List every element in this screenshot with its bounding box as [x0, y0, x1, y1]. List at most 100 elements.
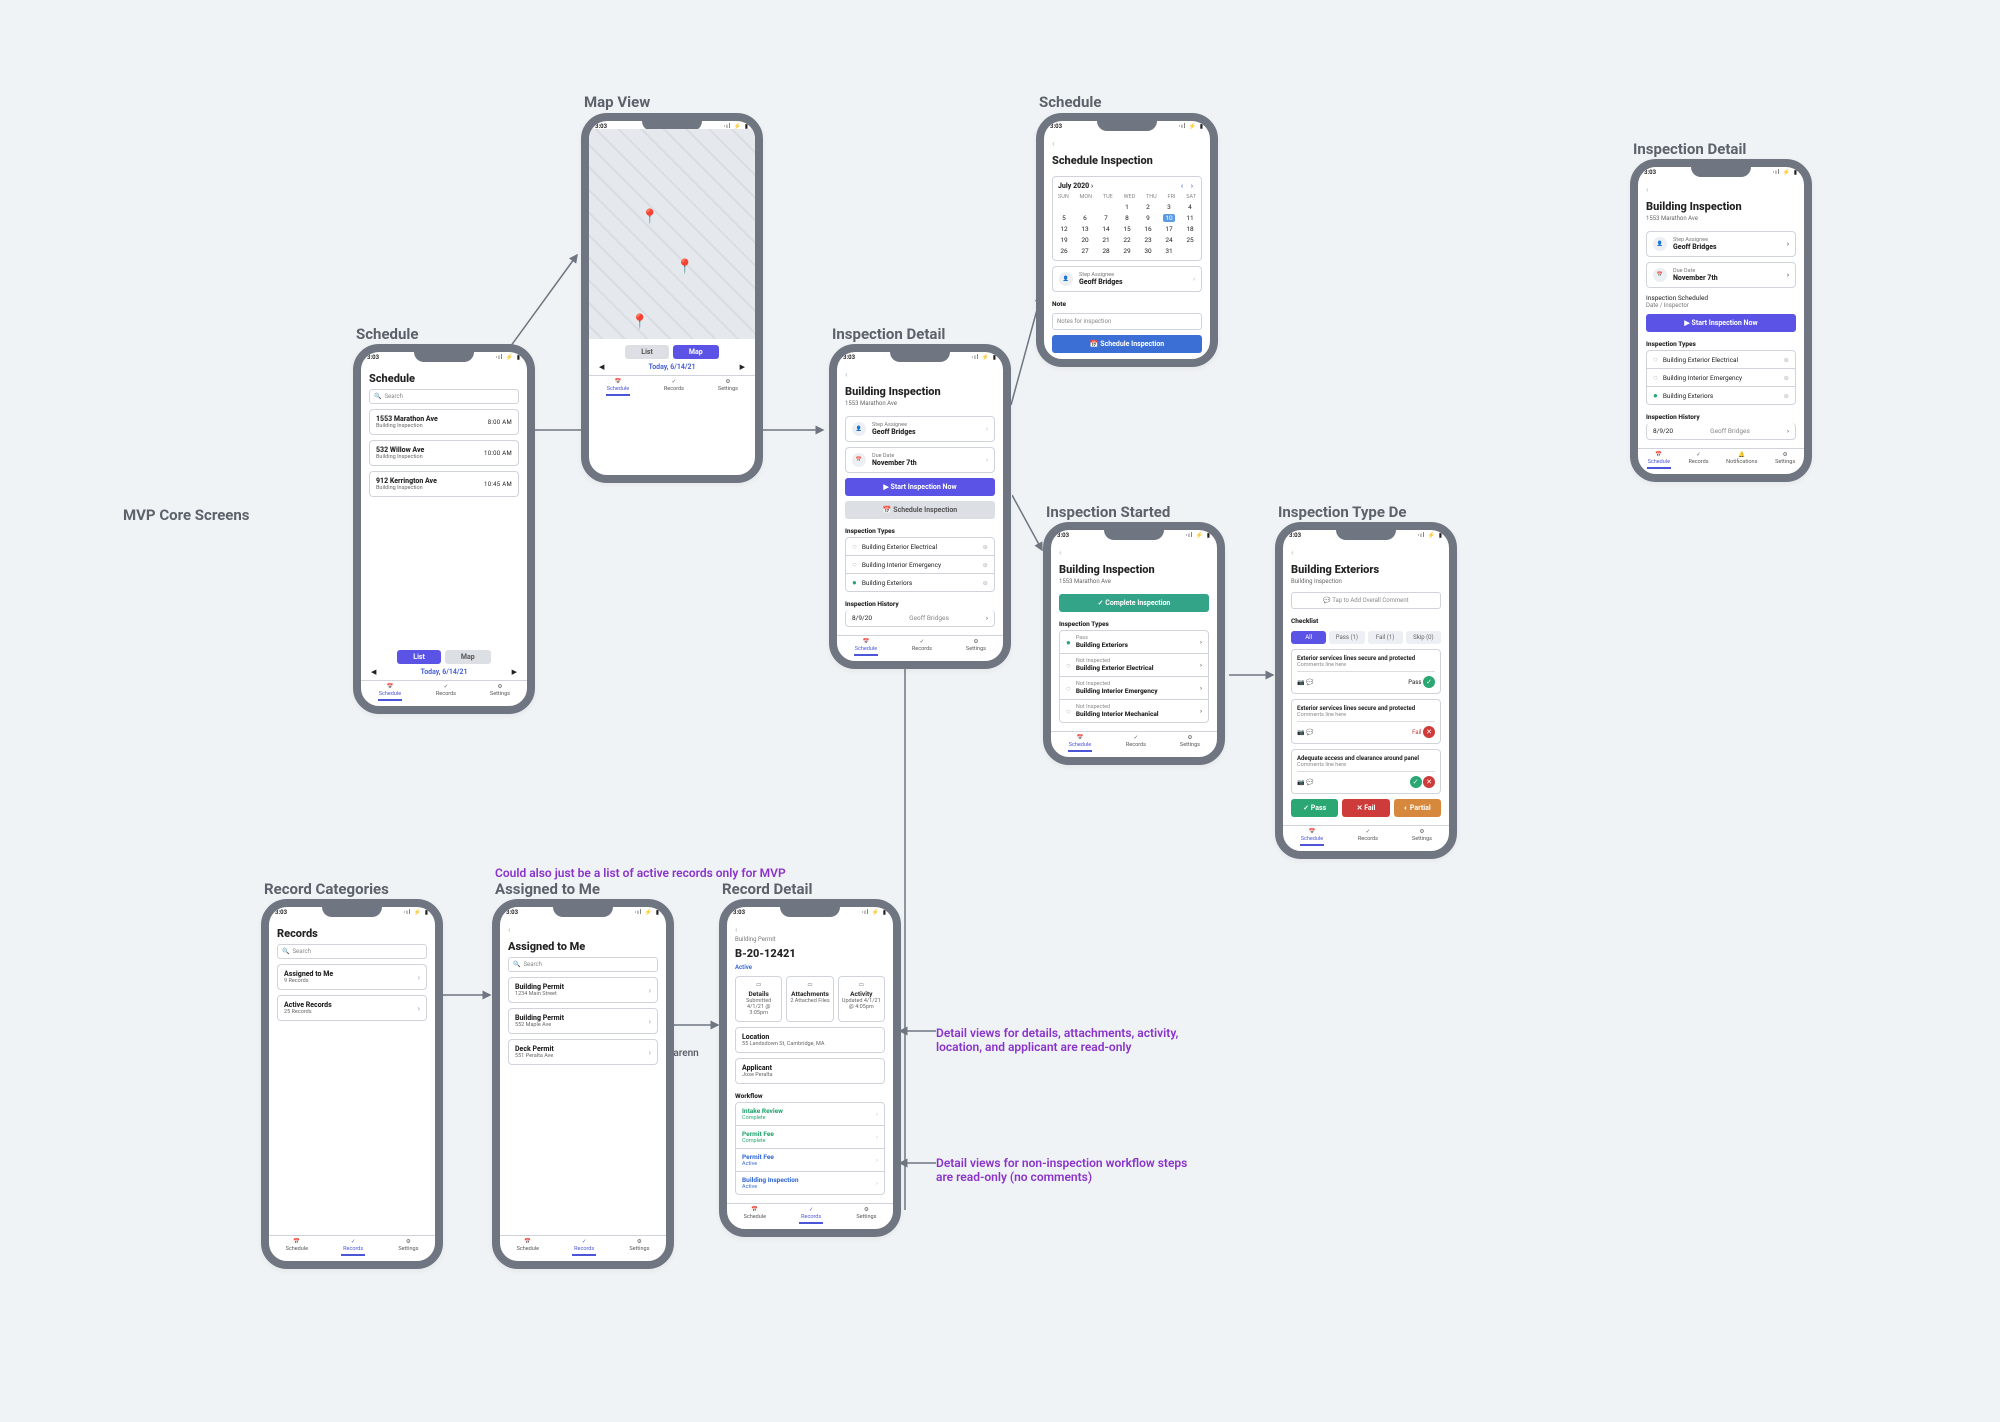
fail-button[interactable]: ✕ Fail: [1342, 799, 1389, 817]
back-icon[interactable]: ‹: [845, 370, 995, 379]
tab-records[interactable]: ✓Records: [799, 1207, 823, 1224]
tab-records[interactable]: ✓Records: [436, 684, 456, 701]
tab-schedule[interactable]: 📅Schedule: [517, 1239, 539, 1256]
tab-records[interactable]: ✓Records: [341, 1239, 365, 1256]
applicant-card[interactable]: ApplicantJose Peralta: [735, 1058, 885, 1084]
history-row[interactable]: 8/9/20Geoff Bridges›: [845, 610, 995, 627]
partial-button[interactable]: ◐ Partial: [1394, 799, 1441, 817]
filter-button[interactable]: Skip (0): [1406, 631, 1441, 644]
inspection-type-row[interactable]: ○ Not InspectedBuilding Interior Mechani…: [1059, 700, 1209, 723]
workflow-step[interactable]: Intake ReviewComplete ›: [735, 1102, 885, 1126]
workflow-step[interactable]: Permit FeeComplete ›: [735, 1126, 885, 1149]
tab-settings[interactable]: ⚙Settings: [856, 1207, 876, 1224]
inspection-type-row[interactable]: ● Building Exteriors ⊕: [1646, 387, 1796, 405]
tab-settings[interactable]: ⚙Settings: [718, 379, 738, 396]
inspection-type-row[interactable]: ○ Not InspectedBuilding Interior Emergen…: [1059, 677, 1209, 700]
tab-settings[interactable]: ⚙Settings: [490, 684, 510, 701]
schedule-inspection-button[interactable]: 📅 Schedule Inspection: [845, 501, 995, 519]
back-icon[interactable]: ‹: [508, 925, 658, 934]
due-date-card[interactable]: 📅 Due DateNovember 7th ›: [845, 447, 995, 473]
checklist-item[interactable]: Exterior services lines secure and prote…: [1291, 699, 1441, 744]
inspection-type-row[interactable]: ○ Building Interior Emergency ⊕: [845, 556, 995, 574]
workflow-step[interactable]: Building InspectionActive ›: [735, 1172, 885, 1195]
pass-button[interactable]: ✓ Pass: [1291, 799, 1338, 817]
search-input[interactable]: 🔍 Search: [508, 957, 658, 972]
schedule-button[interactable]: 📅 Schedule Inspection: [1052, 335, 1202, 353]
filter-button[interactable]: Fail (1): [1368, 631, 1403, 644]
month-nav[interactable]: ‹ ›: [1181, 182, 1196, 190]
tab-notifications[interactable]: 🔔Notifications: [1726, 452, 1757, 469]
next-day-icon[interactable]: ▶: [512, 668, 517, 676]
inspection-type-row[interactable]: ● Building Exteriors ⊕: [845, 574, 995, 592]
tab-records[interactable]: ✓Records: [1126, 735, 1146, 752]
tab-schedule[interactable]: 📅Schedule: [286, 1239, 308, 1256]
start-inspection-button[interactable]: ▶ Start Inspection Now: [1646, 314, 1796, 332]
tab-schedule[interactable]: 📅Schedule: [1068, 735, 1092, 752]
map-pin-icon[interactable]: 📍: [631, 314, 648, 330]
tab-records[interactable]: ✓Records: [1358, 829, 1378, 846]
record-category[interactable]: Active Records25 Records›: [277, 995, 427, 1021]
map-button[interactable]: Map: [673, 345, 719, 359]
current-date[interactable]: Today, 6/14/21: [420, 668, 467, 676]
complete-inspection-button[interactable]: ✓ Complete Inspection: [1059, 594, 1209, 612]
tab-schedule[interactable]: 📅Schedule: [606, 379, 630, 396]
tab-schedule[interactable]: 📅Schedule: [1647, 452, 1671, 469]
tab-settings[interactable]: ⚙Settings: [629, 1239, 649, 1256]
schedule-item[interactable]: 1553 Marathon AveBuilding Inspection 8:0…: [369, 409, 519, 435]
checklist-item[interactable]: Adequate access and clearance around pan…: [1291, 749, 1441, 794]
record-category[interactable]: Assigned to Me9 Records›: [277, 964, 427, 990]
back-icon[interactable]: ‹: [735, 925, 885, 934]
list-button[interactable]: List: [397, 650, 441, 664]
record-item[interactable]: Building Permit1234 Main Street›: [508, 977, 658, 1003]
search-input[interactable]: 🔍 Search: [369, 389, 519, 404]
workflow-step[interactable]: Permit FeeActive ›: [735, 1149, 885, 1172]
detail-tile[interactable]: ▭Attachments2 Attached Files: [786, 976, 833, 1022]
tab-settings[interactable]: ⚙Settings: [398, 1239, 418, 1256]
filter-button[interactable]: Pass (1): [1329, 631, 1364, 644]
tab-records[interactable]: ✓Records: [1688, 452, 1708, 469]
back-icon[interactable]: ‹: [1646, 185, 1796, 194]
map-pin-icon[interactable]: 📍: [641, 209, 658, 225]
back-icon[interactable]: ‹: [1291, 548, 1441, 557]
tab-records[interactable]: ✓Records: [912, 639, 932, 656]
note-input[interactable]: Notes for inspection: [1052, 313, 1202, 330]
start-inspection-button[interactable]: ▶ Start Inspection Now: [845, 478, 995, 496]
map-button[interactable]: Map: [445, 650, 491, 664]
inspection-type-row[interactable]: ○ Building Exterior Electrical ⊕: [1646, 350, 1796, 369]
assignee-card[interactable]: 👤Step AssigneeGeoff Bridges›: [1646, 231, 1796, 257]
search-input[interactable]: 🔍 Search: [277, 944, 427, 959]
schedule-item[interactable]: 532 Willow AveBuilding Inspection 10:00 …: [369, 440, 519, 466]
tab-schedule[interactable]: 📅Schedule: [744, 1207, 766, 1224]
inspection-type-row[interactable]: ○ Building Exterior Electrical ⊕: [845, 537, 995, 556]
inspection-type-row[interactable]: ○ Not InspectedBuilding Exterior Electri…: [1059, 654, 1209, 677]
record-item[interactable]: Deck Permit551 Peralta Ave›: [508, 1039, 658, 1065]
record-item[interactable]: Building Permit552 Maple Ave›: [508, 1008, 658, 1034]
prev-day-icon[interactable]: ◀: [371, 668, 376, 676]
tab-settings[interactable]: ⚙Settings: [1412, 829, 1432, 846]
tab-records[interactable]: ✓Records: [664, 379, 684, 396]
tab-settings[interactable]: ⚙Settings: [966, 639, 986, 656]
inspection-type-row[interactable]: ● PassBuilding Exteriors ›: [1059, 630, 1209, 654]
tab-schedule[interactable]: 📅Schedule: [378, 684, 402, 701]
schedule-item[interactable]: 912 Kerrington AveBuilding Inspection 10…: [369, 471, 519, 497]
tab-settings[interactable]: ⚙Settings: [1180, 735, 1200, 752]
assignee-card[interactable]: 👤 Step AssigneeGeoff Bridges ›: [1052, 266, 1202, 292]
tab-schedule[interactable]: 📅Schedule: [1300, 829, 1324, 846]
filter-button[interactable]: All: [1291, 631, 1326, 644]
add-comment-button[interactable]: 💬 Tap to Add Overall Comment: [1291, 592, 1441, 609]
checklist-item[interactable]: Exterior services lines secure and prote…: [1291, 649, 1441, 694]
list-button[interactable]: List: [625, 345, 669, 359]
map-pin-icon[interactable]: 📍: [676, 259, 693, 275]
detail-tile[interactable]: ▭DetailsSubmitted 4/1/21 @ 3:05pm: [735, 976, 782, 1022]
location-card[interactable]: Location55 Landsdown St, Cambridge, MA: [735, 1027, 885, 1053]
back-icon[interactable]: ‹: [1059, 548, 1209, 557]
back-icon[interactable]: ‹: [1052, 139, 1202, 148]
inspection-type-row[interactable]: ○ Building Interior Emergency ⊕: [1646, 369, 1796, 387]
map-canvas[interactable]: 📍 📍 📍: [581, 129, 763, 339]
due-date-card[interactable]: 📅Due DateNovember 7th›: [1646, 262, 1796, 288]
tab-schedule[interactable]: 📅Schedule: [854, 639, 878, 656]
tab-settings[interactable]: ⚙Settings: [1775, 452, 1795, 469]
history-row[interactable]: 8/9/20Geoff Bridges›: [1646, 423, 1796, 440]
calendar[interactable]: July 2020 › ‹ › SUNMONTUEWEDTHUFRISAT 12…: [1052, 176, 1202, 261]
tab-records[interactable]: ✓Records: [572, 1239, 596, 1256]
